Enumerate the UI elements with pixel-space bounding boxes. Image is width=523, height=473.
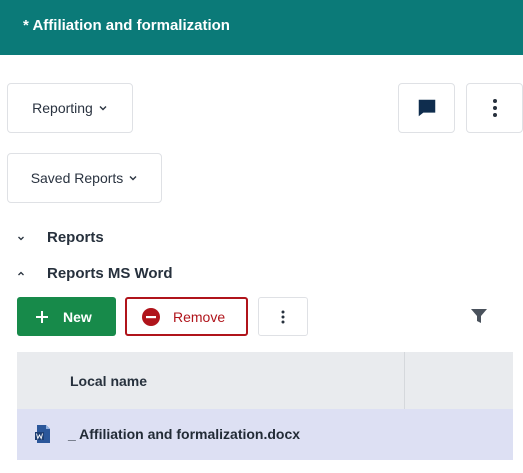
saved-reports-label: Saved Reports	[30, 170, 124, 186]
app-header: * Affiliation and formalization	[0, 0, 523, 55]
file-name: _ Affiliation and formalization.docx	[68, 426, 301, 442]
new-button-label: New	[63, 308, 92, 325]
minus-circle-icon	[142, 307, 160, 326]
reports-table: Local name _ Affiliation and formalizati…	[17, 352, 513, 460]
remove-button-label: Remove	[173, 308, 226, 325]
column-header-local-name[interactable]: Local name	[70, 373, 147, 389]
section-reports[interactable]: Reports	[16, 229, 104, 246]
new-button[interactable]: New	[17, 297, 116, 336]
plus-icon	[36, 310, 48, 323]
comments-button[interactable]	[398, 83, 455, 133]
chevron-up-icon	[18, 271, 24, 275]
more-vertical-icon	[492, 99, 497, 117]
column-divider	[404, 352, 405, 409]
reporting-dropdown-label: Reporting	[32, 100, 93, 116]
more-options-button[interactable]	[466, 83, 523, 133]
chevron-down-icon	[99, 106, 107, 111]
page-title: * Affiliation and formalization	[23, 17, 230, 34]
row-actions-more-button[interactable]	[258, 297, 308, 336]
word-doc-icon	[35, 425, 50, 443]
remove-button[interactable]: Remove	[125, 297, 248, 336]
saved-reports-dropdown[interactable]: Saved Reports	[7, 153, 162, 203]
more-vertical-icon	[281, 310, 285, 323]
section-reports-label: Reports	[47, 229, 104, 246]
section-reports-ms-word[interactable]: Reports MS Word	[16, 265, 173, 282]
comment-icon	[418, 99, 435, 117]
filter-icon[interactable]	[470, 307, 488, 325]
table-header: Local name	[17, 352, 513, 409]
chevron-down-icon	[18, 236, 24, 240]
reporting-dropdown[interactable]: Reporting	[7, 83, 133, 133]
section-reports-ms-word-label: Reports MS Word	[47, 265, 173, 282]
table-row[interactable]: _ Affiliation and formalization.docx	[17, 409, 513, 460]
chevron-down-icon	[129, 176, 137, 181]
